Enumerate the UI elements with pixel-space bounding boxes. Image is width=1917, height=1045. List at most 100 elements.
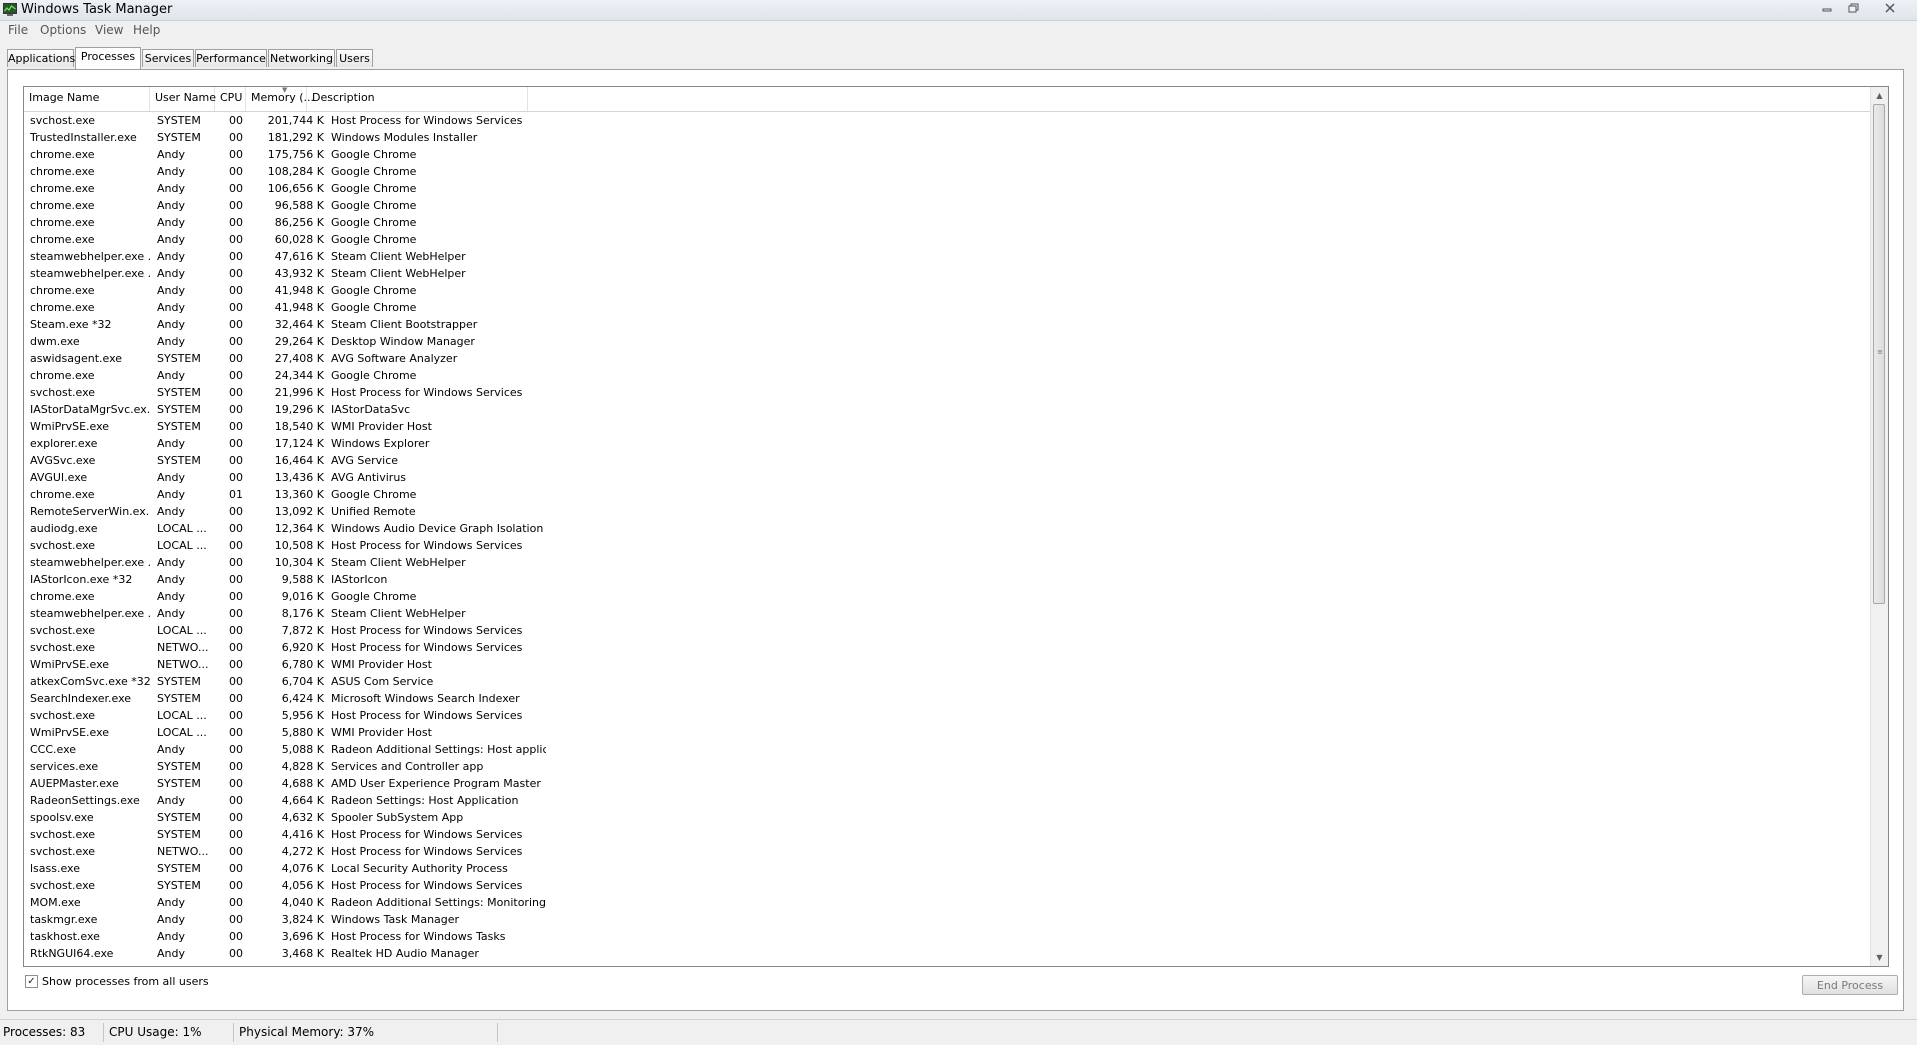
table-row[interactable]: dwm.exe Andy 00 29,264 K Desktop Window Mana… bbox=[24, 333, 1869, 350]
tab-users[interactable]: Users bbox=[336, 49, 373, 67]
table-row[interactable]: aswidsagent.exe SYSTEM 00 27,408 K AVG Softw… bbox=[24, 350, 1869, 367]
table-row[interactable]: svchost.exe LOCAL ... 00 7,872 K Host Proces… bbox=[24, 622, 1869, 639]
table-row[interactable]: RemoteServerWin.ex... Andy 00 13,092 K Unifi… bbox=[24, 503, 1869, 520]
process-list[interactable]: Image Name User Name CPU Memory (... Des… bbox=[23, 86, 1889, 967]
table-row[interactable]: chrome.exe Andy 00 108,284 K Google Chrome bbox=[24, 163, 1869, 180]
show-all-users-toggle[interactable]: ✓ Show processes from all users bbox=[25, 973, 209, 989]
table-row[interactable]: TrustedInstaller.exe SYSTEM 00 181,292 K Win… bbox=[24, 129, 1869, 146]
tab-processes[interactable]: Processes bbox=[75, 47, 141, 69]
image-name-cell: svchost.exe bbox=[30, 114, 96, 127]
table-row[interactable]: steamwebhelper.exe ... Andy 00 47,616 K Stea… bbox=[24, 248, 1869, 265]
column-user-name[interactable]: User Name bbox=[150, 87, 216, 111]
image-name-cell: svchost.exe bbox=[30, 845, 96, 858]
table-row[interactable]: CCC.exe Andy 00 5,088 K Radeon Additional Se… bbox=[24, 741, 1869, 758]
table-row[interactable]: chrome.exe Andy 00 96,588 K Google Chrome bbox=[24, 197, 1869, 214]
table-row[interactable]: svchost.exe LOCAL ... 00 5,956 K Host Proces… bbox=[24, 707, 1869, 724]
scroll-up-icon[interactable]: ▲ bbox=[1871, 87, 1888, 104]
restore-button[interactable] bbox=[1842, 0, 1864, 16]
table-row[interactable]: audiodg.exe LOCAL ... 00 12,364 K Windows Au… bbox=[24, 520, 1869, 537]
cpu-cell: 00 bbox=[229, 182, 243, 195]
table-row[interactable]: services.exe SYSTEM 00 4,828 K Services and … bbox=[24, 758, 1869, 775]
table-row[interactable]: MOM.exe Andy 00 4,040 K Radeon Additional Se… bbox=[24, 894, 1869, 911]
tab-services[interactable]: Services bbox=[142, 49, 194, 67]
cpu-cell: 00 bbox=[229, 233, 243, 246]
description-cell: Host Process for Windows Services bbox=[331, 709, 523, 722]
table-row[interactable]: AUEPMaster.exe SYSTEM 00 4,688 K AMD User Ex… bbox=[24, 775, 1869, 792]
table-row[interactable]: chrome.exe Andy 01 13,360 K Google Chrome bbox=[24, 486, 1869, 503]
table-row[interactable]: WmiPrvSE.exe NETWO... 00 6,780 K WMI Provide… bbox=[24, 656, 1869, 673]
scroll-thumb[interactable]: ≡ bbox=[1873, 104, 1885, 604]
user-name-cell: Andy bbox=[157, 267, 185, 280]
table-row[interactable]: svchost.exe SYSTEM 00 4,056 K Host Process f… bbox=[24, 877, 1869, 894]
close-button[interactable] bbox=[1879, 0, 1901, 16]
end-process-button[interactable]: End Process bbox=[1802, 975, 1898, 995]
table-row[interactable]: RtkNGUI64.exe Andy 00 3,468 K Realtek HD Aud… bbox=[24, 945, 1869, 962]
table-row[interactable]: lsass.exe SYSTEM 00 4,076 K Local Security A… bbox=[24, 860, 1869, 877]
user-name-cell: Andy bbox=[157, 505, 185, 518]
table-row[interactable]: chrome.exe Andy 00 106,656 K Google Chrome bbox=[24, 180, 1869, 197]
table-row[interactable]: chrome.exe Andy 00 41,948 K Google Chrome bbox=[24, 299, 1869, 316]
user-name-cell: Andy bbox=[157, 182, 185, 195]
table-row[interactable]: WmiPrvSE.exe SYSTEM 00 18,540 K WMI Provider… bbox=[24, 418, 1869, 435]
tab-applications[interactable]: Applications bbox=[7, 49, 75, 67]
table-row[interactable]: AVGSvc.exe SYSTEM 00 16,464 K AVG Service bbox=[24, 452, 1869, 469]
minimize-icon bbox=[1822, 8, 1832, 12]
table-row[interactable]: steamwebhelper.exe ... Andy 00 43,932 K Stea… bbox=[24, 265, 1869, 282]
table-row[interactable]: RadeonSettings.exe Andy 00 4,664 K Radeon Se… bbox=[24, 792, 1869, 809]
column-description[interactable]: Description bbox=[307, 87, 528, 111]
table-row[interactable]: svchost.exe NETWO... 00 4,272 K Host Process… bbox=[24, 843, 1869, 860]
description-cell: WMI Provider Host bbox=[331, 420, 432, 433]
user-name-cell: SYSTEM bbox=[157, 879, 201, 892]
table-row[interactable]: explorer.exe Andy 00 17,124 K Windows Explor… bbox=[24, 435, 1869, 452]
scroll-down-icon[interactable]: ▼ bbox=[1871, 949, 1888, 966]
menu-file[interactable]: File bbox=[8, 23, 28, 37]
menu-bar: File Options View Help bbox=[0, 21, 1917, 39]
table-row[interactable]: steamwebhelper.exe ... Andy 00 8,176 K Steam… bbox=[24, 605, 1869, 622]
table-row[interactable]: svchost.exe SYSTEM 00 21,996 K Host Process … bbox=[24, 384, 1869, 401]
table-row[interactable]: chrome.exe Andy 00 9,016 K Google Chrome bbox=[24, 588, 1869, 605]
show-all-users-checkbox[interactable]: ✓ bbox=[25, 974, 38, 988]
memory-cell: 21,996 K bbox=[274, 386, 324, 399]
table-row[interactable]: WmiPrvSE.exe LOCAL ... 00 5,880 K WMI Provid… bbox=[24, 724, 1869, 741]
table-row[interactable]: spoolsv.exe SYSTEM 00 4,632 K Spooler SubSys… bbox=[24, 809, 1869, 826]
description-cell: WMI Provider Host bbox=[331, 726, 432, 739]
memory-cell: 4,040 K bbox=[281, 896, 324, 909]
column-image-name[interactable]: Image Name bbox=[24, 87, 150, 111]
table-row[interactable]: svchost.exe LOCAL ... 00 10,508 K Host Proce… bbox=[24, 537, 1869, 554]
table-row[interactable]: chrome.exe Andy 00 24,344 K Google Chrome bbox=[24, 367, 1869, 384]
column-memory[interactable]: Memory (... bbox=[246, 87, 314, 111]
table-row[interactable]: chrome.exe Andy 00 86,256 K Google Chrome bbox=[24, 214, 1869, 231]
image-name-cell: svchost.exe bbox=[30, 879, 96, 892]
table-row[interactable]: chrome.exe Andy 00 175,756 K Google Chrome bbox=[24, 146, 1869, 163]
table-row[interactable]: Steam.exe *32 Andy 00 32,464 K Steam Client … bbox=[24, 316, 1869, 333]
memory-cell: 27,408 K bbox=[274, 352, 324, 365]
table-row[interactable]: svchost.exe SYSTEM 00 201,744 K Host Process… bbox=[24, 112, 1869, 129]
table-row[interactable]: IAStorDataMgrSvc.ex... SYSTEM 00 19,296 K IA… bbox=[24, 401, 1869, 418]
table-row[interactable]: svchost.exe SYSTEM 00 4,416 K Host Process f… bbox=[24, 826, 1869, 843]
menu-options[interactable]: Options bbox=[40, 23, 86, 37]
menu-help[interactable]: Help bbox=[133, 23, 160, 37]
tab-networking[interactable]: Networking bbox=[268, 49, 335, 67]
vertical-scrollbar[interactable]: ▲ ≡ ▼ bbox=[1870, 87, 1888, 966]
user-name-cell: Andy bbox=[157, 573, 185, 586]
menu-view[interactable]: View bbox=[95, 23, 123, 37]
table-row[interactable]: svchost.exe NETWO... 00 6,920 K Host Process… bbox=[24, 639, 1869, 656]
table-row[interactable]: atkexComSvc.exe *32 SYSTEM 00 6,704 K ASUS C… bbox=[24, 673, 1869, 690]
image-name-cell: WmiPrvSE.exe bbox=[30, 726, 110, 739]
table-row[interactable]: IAStorIcon.exe *32 Andy 00 9,588 K IAStorIco… bbox=[24, 571, 1869, 588]
table-row[interactable]: taskmgr.exe Andy 00 3,824 K Windows Task Man… bbox=[24, 911, 1869, 928]
description-cell: Host Process for Windows Services bbox=[331, 641, 523, 654]
description-cell: Spooler SubSystem App bbox=[331, 811, 464, 824]
table-row[interactable]: chrome.exe Andy 00 60,028 K Google Chrome bbox=[24, 231, 1869, 248]
table-row[interactable]: taskhost.exe Andy 00 3,696 K Host Process fo… bbox=[24, 928, 1869, 945]
image-name-cell: services.exe bbox=[30, 760, 99, 773]
cpu-cell: 00 bbox=[229, 318, 243, 331]
table-row[interactable]: chrome.exe Andy 00 41,948 K Google Chrome bbox=[24, 282, 1869, 299]
table-row[interactable]: steamwebhelper.exe ... Andy 00 10,304 K Stea… bbox=[24, 554, 1869, 571]
table-row[interactable]: AVGUI.exe Andy 00 13,436 K AVG Antivirus bbox=[24, 469, 1869, 486]
tab-performance[interactable]: Performance bbox=[195, 49, 267, 67]
column-cpu[interactable]: CPU bbox=[215, 87, 246, 111]
table-row[interactable]: SearchIndexer.exe SYSTEM 00 6,424 K Microsof… bbox=[24, 690, 1869, 707]
minimize-button[interactable] bbox=[1816, 0, 1838, 16]
show-all-users-label: Show processes from all users bbox=[42, 974, 209, 988]
